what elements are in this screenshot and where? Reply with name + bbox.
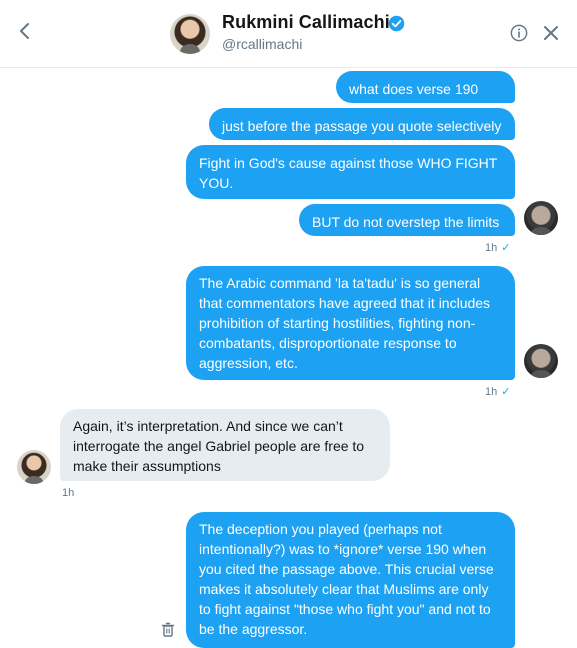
timestamp-text: 1h bbox=[485, 386, 498, 398]
avatar[interactable] bbox=[170, 14, 210, 54]
message-bubble-sent[interactable]: just before the passage you quote select… bbox=[209, 108, 515, 140]
chevron-left-icon[interactable] bbox=[14, 18, 36, 44]
message-bubble-sent[interactable]: The Arabic command 'la ta'tadu' is so ge… bbox=[186, 266, 515, 380]
conversation-header: Rukmini Callimachi @rcallimachi bbox=[0, 0, 577, 68]
message-bubble-sent[interactable]: BUT do not overstep the limits bbox=[299, 204, 515, 236]
contact-handle[interactable]: @rcallimachi bbox=[222, 36, 302, 52]
timestamp-text: 1h bbox=[485, 242, 498, 254]
read-receipt-icon: ✓ bbox=[501, 242, 511, 254]
message-bubble-received[interactable]: Again, it’s interpretation. And since we… bbox=[60, 409, 390, 481]
close-icon[interactable] bbox=[543, 25, 559, 41]
verified-badge-icon bbox=[388, 15, 405, 32]
info-icon[interactable] bbox=[510, 24, 528, 42]
avatar[interactable] bbox=[524, 201, 558, 235]
message-timestamp: 1h ✓ bbox=[485, 241, 510, 254]
message-bubble-sent[interactable]: what does verse 190 say bbox=[336, 71, 515, 117]
avatar[interactable] bbox=[17, 450, 51, 484]
message-bubble-sent[interactable]: The deception you played (perhaps not in… bbox=[186, 512, 515, 648]
message-bubble-sent[interactable]: Fight in God's cause against those WHO F… bbox=[186, 145, 515, 199]
contact-name[interactable]: Rukmini Callimachi bbox=[222, 12, 390, 33]
message-timestamp: 1h bbox=[62, 487, 75, 499]
avatar[interactable] bbox=[524, 344, 558, 378]
trash-icon[interactable] bbox=[161, 622, 175, 638]
message-timestamp: 1h ✓ bbox=[485, 385, 510, 398]
read-receipt-icon: ✓ bbox=[501, 386, 511, 398]
